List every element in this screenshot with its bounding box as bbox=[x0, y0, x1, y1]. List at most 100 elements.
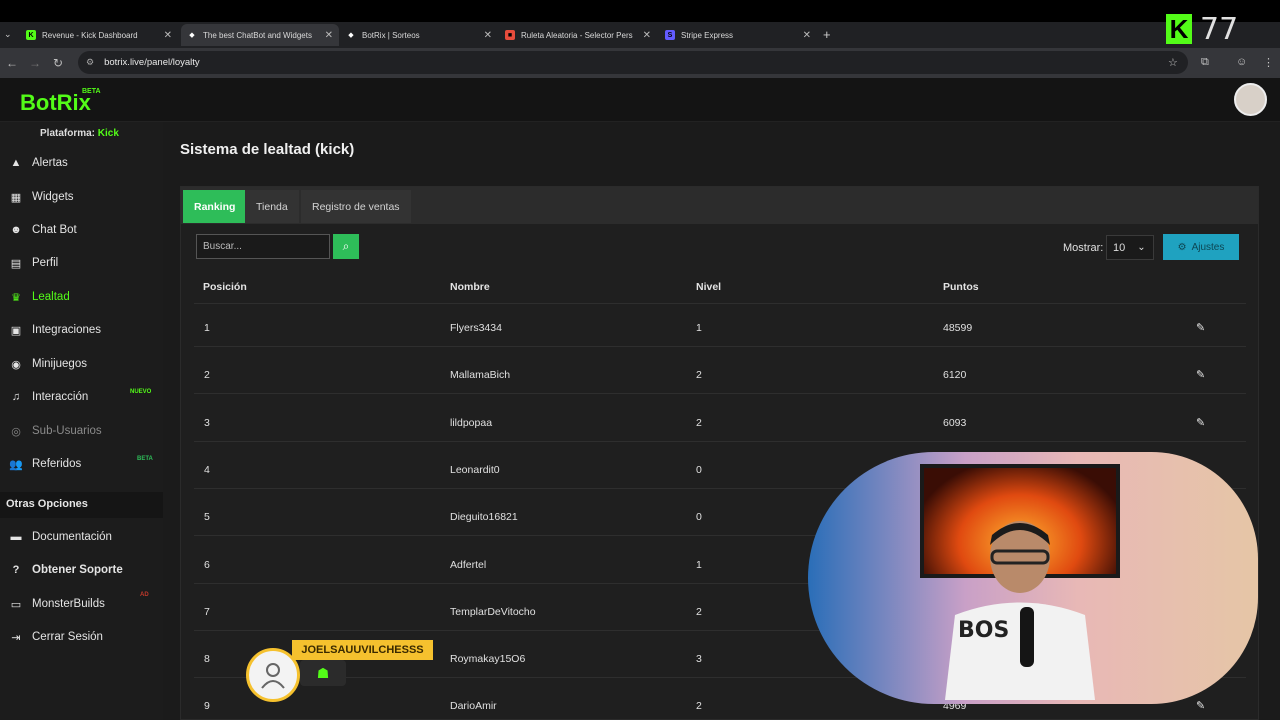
close-tab-icon[interactable]: ✕ bbox=[325, 30, 333, 41]
tab-ranking[interactable]: Ranking bbox=[183, 190, 247, 223]
browser-tab[interactable]: K Revenue - Kick Dashboard ✕ bbox=[20, 24, 178, 46]
close-tab-icon[interactable]: ✕ bbox=[643, 30, 651, 41]
viewer-count: 77 bbox=[1200, 12, 1239, 47]
sidebar-item-label: Perfil bbox=[32, 257, 59, 269]
new-tab-button[interactable]: + bbox=[823, 27, 831, 42]
top-strip bbox=[0, 0, 1280, 22]
back-icon[interactable]: ← bbox=[6, 56, 18, 70]
sidebar-item-label: Interacción bbox=[32, 391, 89, 403]
platform-value: Kick bbox=[97, 128, 119, 139]
table-cell-pos: 8 bbox=[204, 653, 210, 666]
shirt-text: BOS bbox=[958, 618, 1009, 643]
settings-button[interactable]: ⚙ Ajustes bbox=[1163, 234, 1239, 260]
edit-pencil-icon[interactable]: ✎ bbox=[1196, 321, 1205, 334]
widgets-icon: ▦ bbox=[10, 191, 22, 204]
table-cell-level: 2 bbox=[696, 369, 702, 382]
app-header bbox=[0, 78, 1280, 122]
sidebar-item-monsterbuilds[interactable]: ▭ MonsterBuilds bbox=[8, 594, 105, 614]
browser-tab[interactable]: ◆ The best ChatBot and Widgets ✕ bbox=[181, 24, 339, 46]
header-divider bbox=[194, 303, 1246, 304]
table-cell-points: 6120 bbox=[943, 369, 967, 382]
tab-tienda[interactable]: Tienda bbox=[245, 190, 299, 223]
page-size-value: 10 bbox=[1113, 241, 1126, 254]
users-icon: ◎ bbox=[11, 425, 21, 438]
sidebar-item-chat-bot[interactable]: ☻ Chat Bot bbox=[8, 220, 77, 240]
sidebar-item-label: Obtener Soporte bbox=[32, 564, 123, 576]
tab-title: The best ChatBot and Widgets bbox=[203, 30, 312, 40]
sidebar-item-obtener-soporte[interactable]: ? Obtener Soporte bbox=[8, 560, 123, 580]
sidebar-badge: BETA bbox=[137, 456, 153, 462]
sidebar-item-label: Sub-Usuarios bbox=[32, 425, 102, 437]
sidebar-item-label: Chat Bot bbox=[32, 224, 77, 236]
warning-icon: ▲ bbox=[10, 157, 22, 169]
sidebar-item-alertas[interactable]: ▲ Alertas bbox=[8, 153, 68, 173]
tab-favicon-icon: S bbox=[665, 30, 675, 40]
row-divider bbox=[194, 393, 1246, 395]
sidebar-item-label: Alertas bbox=[32, 157, 68, 169]
sidebar-item-lealtad[interactable]: ♛ Lealtad bbox=[8, 287, 70, 307]
sidebar-item-referidos[interactable]: 👥 Referidos bbox=[8, 454, 81, 474]
logout-icon: ⇥ bbox=[11, 631, 21, 644]
browser-tab[interactable]: S Stripe Express ✕ bbox=[659, 24, 817, 46]
profile-icon[interactable]: ☺ bbox=[1236, 56, 1247, 68]
settings-label: Ajustes bbox=[1191, 241, 1225, 253]
close-tab-icon[interactable]: ✕ bbox=[484, 30, 492, 41]
col-header-level: Nivel bbox=[696, 281, 722, 293]
kick-logo-icon: K bbox=[1166, 14, 1192, 44]
col-header-points: Puntos bbox=[943, 281, 979, 293]
chat-avatar bbox=[246, 648, 300, 702]
menu-icon[interactable]: ⋮ bbox=[1263, 56, 1274, 69]
sidebar-item-label: MonsterBuilds bbox=[32, 598, 105, 610]
edit-pencil-icon[interactable]: ✎ bbox=[1196, 368, 1205, 381]
tab-title: Revenue - Kick Dashboard bbox=[42, 30, 138, 40]
table-cell-pos: 4 bbox=[204, 463, 210, 476]
url-field[interactable]: ⚙ botrix.live/panel/loyalty bbox=[78, 51, 1188, 74]
search-button[interactable]: ⌕ bbox=[333, 234, 359, 259]
search-icon: ⌕ bbox=[342, 239, 350, 253]
music-icon: ♫ bbox=[11, 391, 21, 403]
table-cell-name: DarioAmir bbox=[450, 700, 497, 713]
sidebar-item-minijuegos[interactable]: ◉ Minijuegos bbox=[8, 354, 87, 374]
sidebar-item-perfil[interactable]: ▤ Perfil bbox=[8, 253, 58, 273]
bookmark-star-icon[interactable]: ☆ bbox=[1168, 56, 1178, 69]
table-cell-name: Dieguito16821 bbox=[450, 511, 518, 524]
browser-tab[interactable]: ◆ BotRix | Sorteos ✕ bbox=[340, 24, 498, 46]
sidebar-item-sub-usuarios[interactable]: ◎ Sub-Usuarios bbox=[8, 421, 102, 441]
col-header-position: Posición bbox=[203, 281, 247, 293]
edit-pencil-icon[interactable]: ✎ bbox=[1196, 416, 1205, 429]
tab-registro-ventas[interactable]: Registro de ventas bbox=[301, 190, 411, 223]
table-cell-pos: 7 bbox=[204, 605, 210, 618]
sidebar-item-integraciones[interactable]: ▣ Integraciones bbox=[8, 320, 101, 340]
extensions-icon[interactable]: ⧉ bbox=[1201, 56, 1209, 69]
sidebar-item-widgets[interactable]: ▦ Widgets bbox=[8, 187, 74, 207]
sidebar-item-interacci-n[interactable]: ♫ Interacción bbox=[8, 387, 88, 407]
browser-tab[interactable]: ■ Ruleta Aleatoria - Selector Pers ✕ bbox=[499, 24, 657, 46]
search-input[interactable]: Buscar... bbox=[196, 234, 330, 259]
sidebar-item-cerrar-sesi-n[interactable]: ⇥ Cerrar Sesión bbox=[8, 627, 103, 647]
table-cell-pos: 2 bbox=[204, 369, 210, 382]
sidebar-item-label: Documentación bbox=[32, 531, 112, 543]
table-cell-pos: 9 bbox=[204, 700, 210, 713]
sidebar-item-label: Referidos bbox=[32, 458, 82, 470]
logo-beta-badge: BETA bbox=[82, 88, 101, 95]
table-cell-level: 2 bbox=[696, 416, 702, 429]
forward-icon[interactable]: → bbox=[29, 56, 41, 70]
botrix-logo[interactable]: BotRix bbox=[20, 90, 91, 116]
site-info-icon[interactable]: ⚙ bbox=[86, 57, 94, 68]
sidebar-item-label: Minijuegos bbox=[32, 358, 87, 370]
close-tab-icon[interactable]: ✕ bbox=[803, 30, 811, 41]
sidebar-item-documentaci-n[interactable]: ▬ Documentación bbox=[8, 527, 112, 547]
emote-icon: ☗ bbox=[316, 664, 330, 681]
page-size-select[interactable]: 10 ⌄ bbox=[1106, 235, 1154, 260]
integrations-icon: ▣ bbox=[10, 324, 22, 337]
edit-pencil-icon[interactable]: ✎ bbox=[1196, 699, 1205, 712]
tab-search-icon[interactable]: ⌄ bbox=[4, 29, 12, 40]
table-cell-pos: 6 bbox=[204, 558, 210, 571]
table-cell-name: TemplarDeVitocho bbox=[450, 605, 536, 618]
close-tab-icon[interactable]: ✕ bbox=[164, 30, 172, 41]
reload-icon[interactable]: ↻ bbox=[53, 56, 63, 70]
user-avatar[interactable] bbox=[1234, 83, 1267, 116]
table-cell-name: Flyers3434 bbox=[450, 322, 502, 334]
streamer-image: BOS bbox=[945, 521, 1095, 700]
docs-icon: ▬ bbox=[10, 531, 22, 543]
